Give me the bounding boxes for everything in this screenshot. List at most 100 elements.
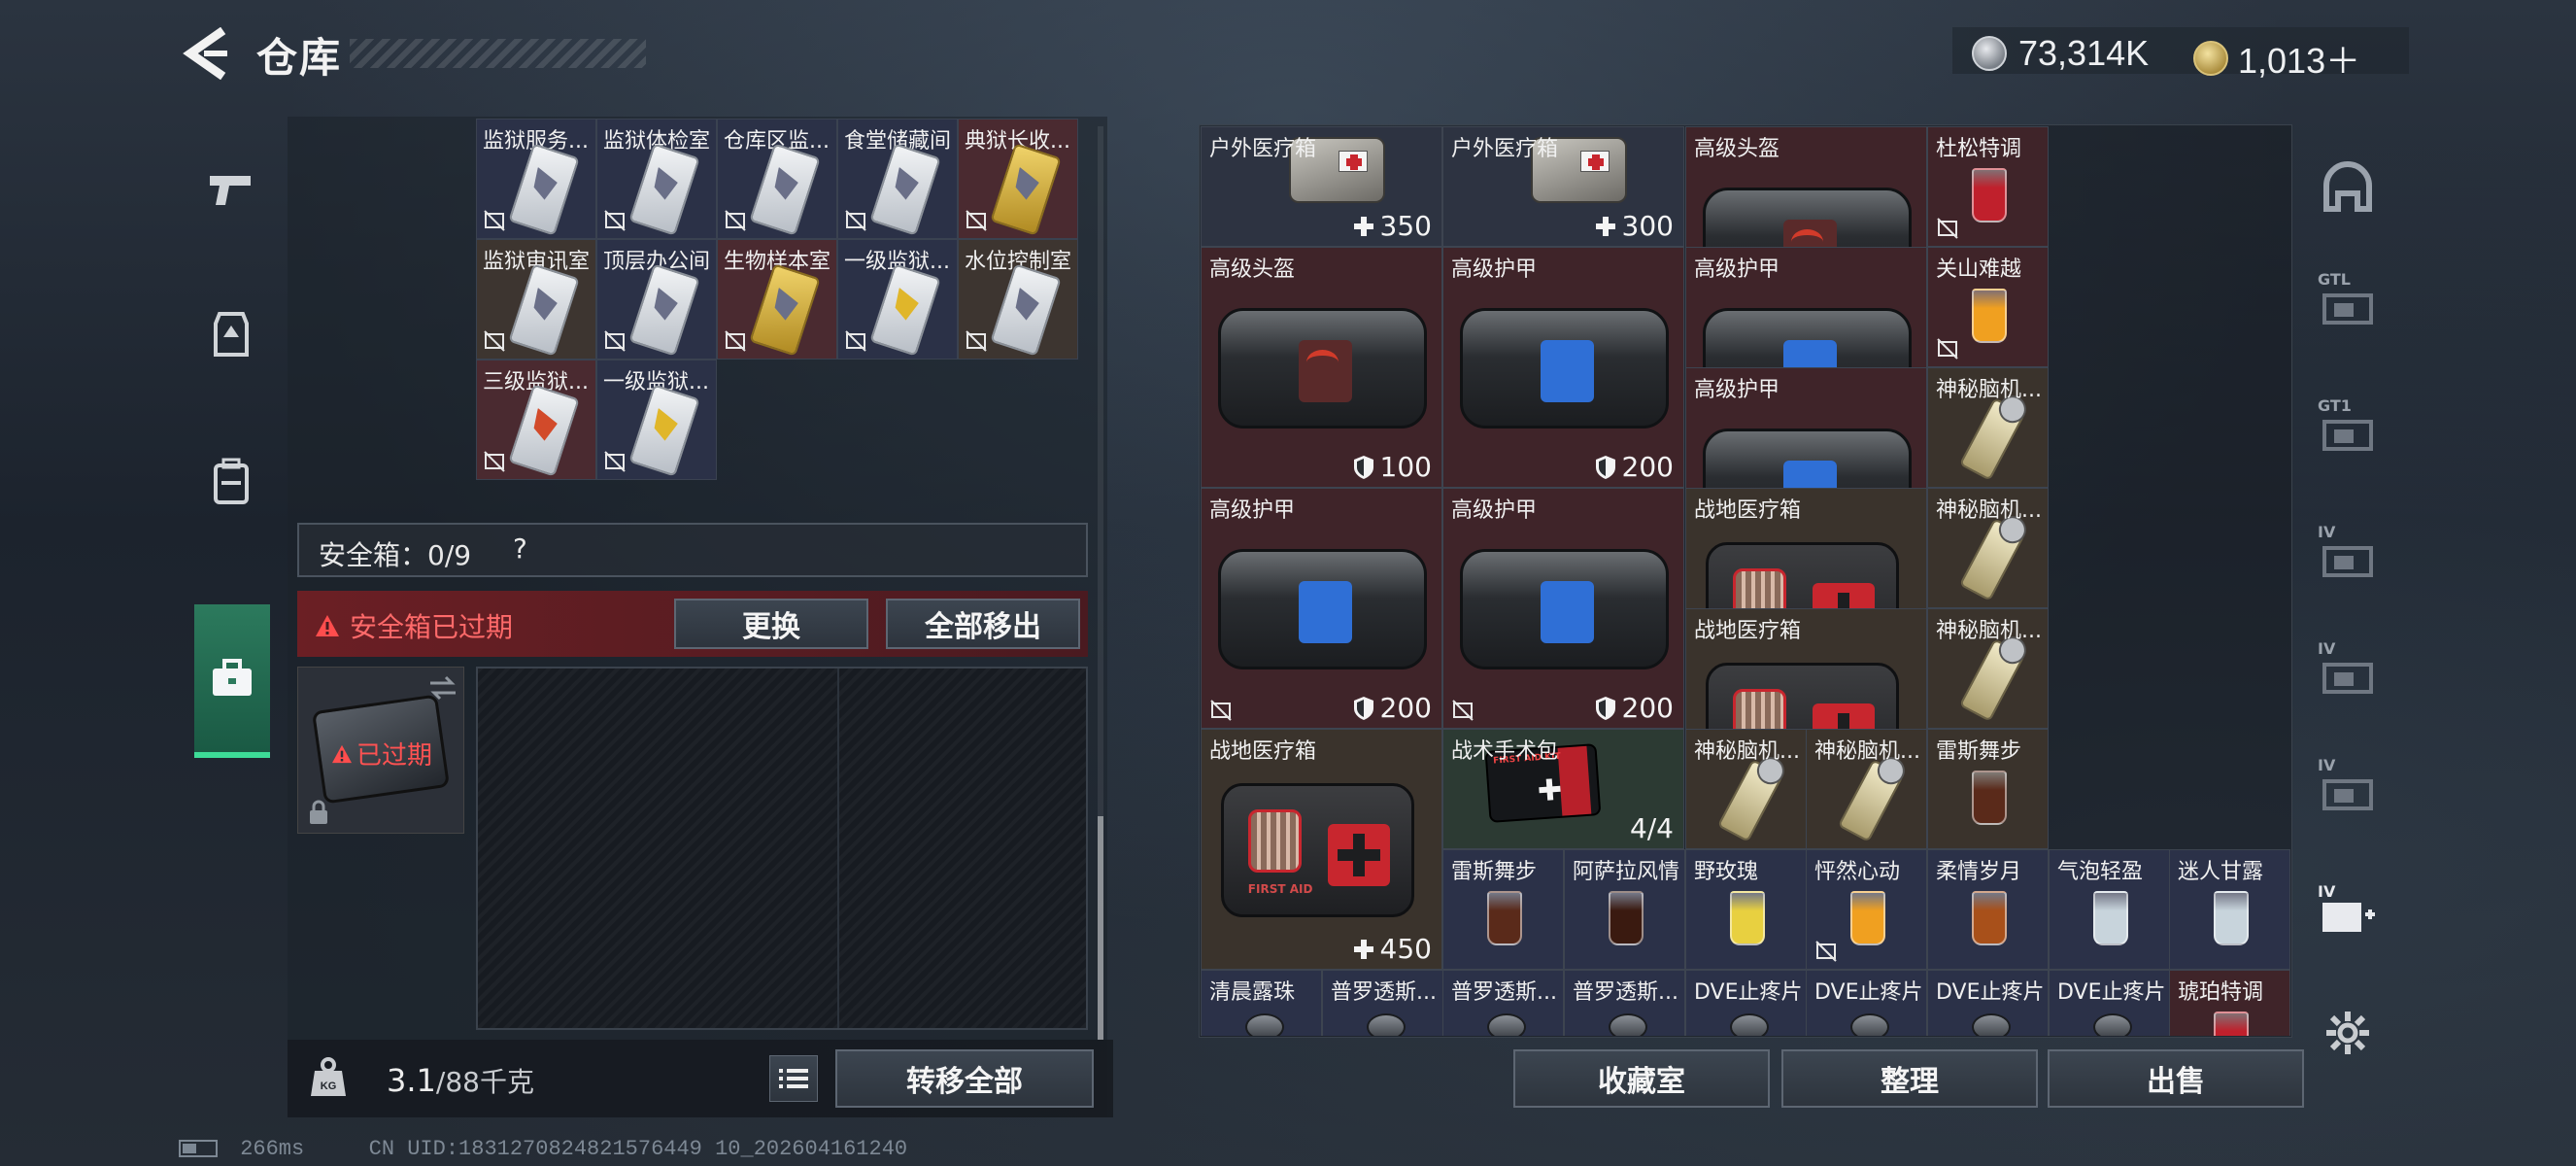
stash-item[interactable]: 柔情岁月 <box>1927 849 2049 970</box>
organize-button[interactable]: 整理 <box>1781 1049 2038 1108</box>
durability-value: 4/4 <box>1629 812 1674 844</box>
keycard-item[interactable]: 生物样本室 <box>717 239 837 360</box>
sell-button[interactable]: 出售 <box>2048 1049 2304 1108</box>
keycard-item[interactable]: 水位控制室 <box>958 239 1078 360</box>
settings-icon[interactable] <box>2314 999 2382 1067</box>
armor-tab[interactable] <box>183 262 280 408</box>
stash-item[interactable]: 清晨露珠 <box>1201 970 1322 1036</box>
remove-all-button[interactable]: 全部移出 <box>886 599 1080 649</box>
stash-item[interactable]: 怦然心动 <box>1806 849 1927 970</box>
stash-item[interactable]: DVE止疼片 <box>1806 970 1927 1036</box>
stash-item[interactable]: DVE止疼片 <box>1685 970 1807 1036</box>
stash-item[interactable]: 高级护甲 200 <box>1442 488 1684 729</box>
keycard-image <box>508 263 580 357</box>
expired-label: 已过期 <box>331 736 432 772</box>
keycard-image <box>508 143 580 236</box>
durability-count: 100 <box>1353 451 1432 483</box>
keycard-item[interactable]: 监狱审讯室 <box>476 239 596 360</box>
add-slot-icon[interactable]: IV <box>2314 882 2382 950</box>
safe-box-slot[interactable]: 已过期 <box>297 667 464 834</box>
back-arrow-icon[interactable] <box>183 26 231 81</box>
uid-text: CN UID:1831270824821576449 10_2026041612… <box>368 1137 908 1161</box>
gear-slot-iv-card-icon[interactable]: IV <box>2314 756 2382 824</box>
stash-item[interactable]: 关山难越 <box>1927 247 2049 367</box>
item-image <box>1487 1013 1526 1036</box>
gear-slot-gt1-icon[interactable]: GT1 <box>2314 396 2382 464</box>
stash-item-label: 杜松特调 <box>1936 137 2022 161</box>
gear-slot-label: GT1 <box>2318 396 2352 415</box>
coin-value: 73,314K <box>2018 33 2150 73</box>
safe-box-tab[interactable] <box>194 604 270 758</box>
stash-item[interactable]: 雷斯舞步 <box>1927 729 2049 849</box>
stash-item[interactable]: 普罗透斯... <box>1322 970 1443 1036</box>
stash-item[interactable]: 神秘脑机... <box>1685 729 1807 849</box>
gear-slot-gtl-icon[interactable]: GTL <box>2314 270 2382 338</box>
stash-item[interactable]: 杜松特调 <box>1927 126 2049 247</box>
gear-slot-iv-folder-icon[interactable]: IV <box>2314 639 2382 707</box>
collection-room-button[interactable]: 收藏室 <box>1513 1049 1770 1108</box>
stash-item[interactable]: 神秘脑机... <box>1806 729 1927 849</box>
keycard-item[interactable]: 一级监狱... <box>837 239 958 360</box>
keycard-item[interactable]: 食堂储藏间 <box>837 119 958 239</box>
stash-item[interactable]: 普罗透斯... <box>1564 970 1685 1036</box>
weapons-tab[interactable] <box>183 117 280 262</box>
keycard-item[interactable]: 监狱体检室 <box>596 119 717 239</box>
stash-item-label: 迷人甘露 <box>2178 860 2264 884</box>
keycard-item[interactable]: 三级监狱... <box>476 360 596 480</box>
no-insurance-icon <box>1937 338 1958 360</box>
replace-button[interactable]: 更换 <box>674 599 868 649</box>
gear-slot-label: IV <box>2318 639 2336 658</box>
durability-value: 200 <box>1621 692 1674 724</box>
stash-item[interactable]: 户外医疗箱 300 <box>1442 126 1684 247</box>
keycard-item[interactable]: 监狱服务... <box>476 119 596 239</box>
gear-slot-label: IV <box>2318 523 2336 541</box>
keycard-item[interactable]: 仓库区监... <box>717 119 837 239</box>
stash-item[interactable]: 气泡轻盈 <box>2049 849 2170 970</box>
keycard-item[interactable]: 顶层办公间 <box>596 239 717 360</box>
left-scrollbar-thumb[interactable] <box>1098 816 1103 1040</box>
stash-item[interactable]: 雷斯舞步 <box>1442 849 1564 970</box>
swap-icon[interactable] <box>428 675 458 701</box>
backpack-tab[interactable] <box>183 408 280 554</box>
shield-icon <box>1353 696 1373 720</box>
weight-readout: 3.1/88千克 <box>387 1061 534 1100</box>
stash-item[interactable]: DVE止疼片 <box>1927 970 2049 1036</box>
brain-chip-image <box>1958 518 2025 601</box>
stash-item[interactable]: 神秘脑机... <box>1927 367 2049 488</box>
item-image <box>1367 1013 1406 1036</box>
stash-item[interactable]: FIRST AID KIT 战术手术包 4/4 <box>1442 729 1684 849</box>
stash-item[interactable]: 高级头盔 100 <box>1201 247 1442 488</box>
briefcase-icon <box>213 659 252 696</box>
stash-item[interactable]: FIRST AID 战地医疗箱 450 <box>1201 729 1442 970</box>
stash-item[interactable]: 户外医疗箱 350 <box>1201 126 1442 247</box>
stash-item-label: 战地医疗箱 <box>1694 619 1802 643</box>
list-view-button[interactable] <box>769 1055 818 1102</box>
ping-value: 266ms <box>240 1137 305 1161</box>
stash-item[interactable]: 琥珀特调 <box>2169 970 2290 1036</box>
stash-item[interactable]: 高级护甲 200 <box>1201 488 1442 729</box>
coin-icon <box>1972 36 2007 71</box>
health-plus-icon <box>1595 216 1615 236</box>
gear-slot-helmet-icon[interactable] <box>2314 154 2382 222</box>
grid-divider <box>837 669 839 1028</box>
keycard-item[interactable]: 典狱长收... <box>958 119 1078 239</box>
currency-premium[interactable]: 1,013＋ <box>2193 33 2360 84</box>
durability-count: 200 <box>1595 451 1674 483</box>
stash-item[interactable]: 迷人甘露 <box>2169 849 2290 970</box>
stash-item[interactable]: 神秘脑机... <box>1927 488 2049 608</box>
stash-item[interactable]: DVE止疼片 <box>2049 970 2170 1036</box>
safe-box-storage-grid[interactable] <box>476 667 1088 1030</box>
currency-coin[interactable]: 73,314K <box>1972 33 2149 74</box>
stash-item[interactable]: 神秘脑机... <box>1927 608 2049 729</box>
stash-item[interactable]: 高级护甲 200 <box>1442 247 1684 488</box>
weight-current: 3.1 <box>387 1062 436 1099</box>
stash-item[interactable]: 野玫瑰 <box>1685 849 1807 970</box>
stash-item[interactable]: 普罗透斯... <box>1442 970 1564 1036</box>
stash-item[interactable]: 阿萨拉风情 <box>1564 849 1685 970</box>
durability-count: 450 <box>1353 933 1432 965</box>
gear-slot-iv-icon[interactable]: IV <box>2314 523 2382 591</box>
cocktail-image <box>1487 891 1522 945</box>
transfer-all-button[interactable]: 转移全部 <box>835 1049 1094 1108</box>
keycard-item[interactable]: 一级监狱... <box>596 360 717 480</box>
help-icon[interactable]: ? <box>513 532 548 567</box>
